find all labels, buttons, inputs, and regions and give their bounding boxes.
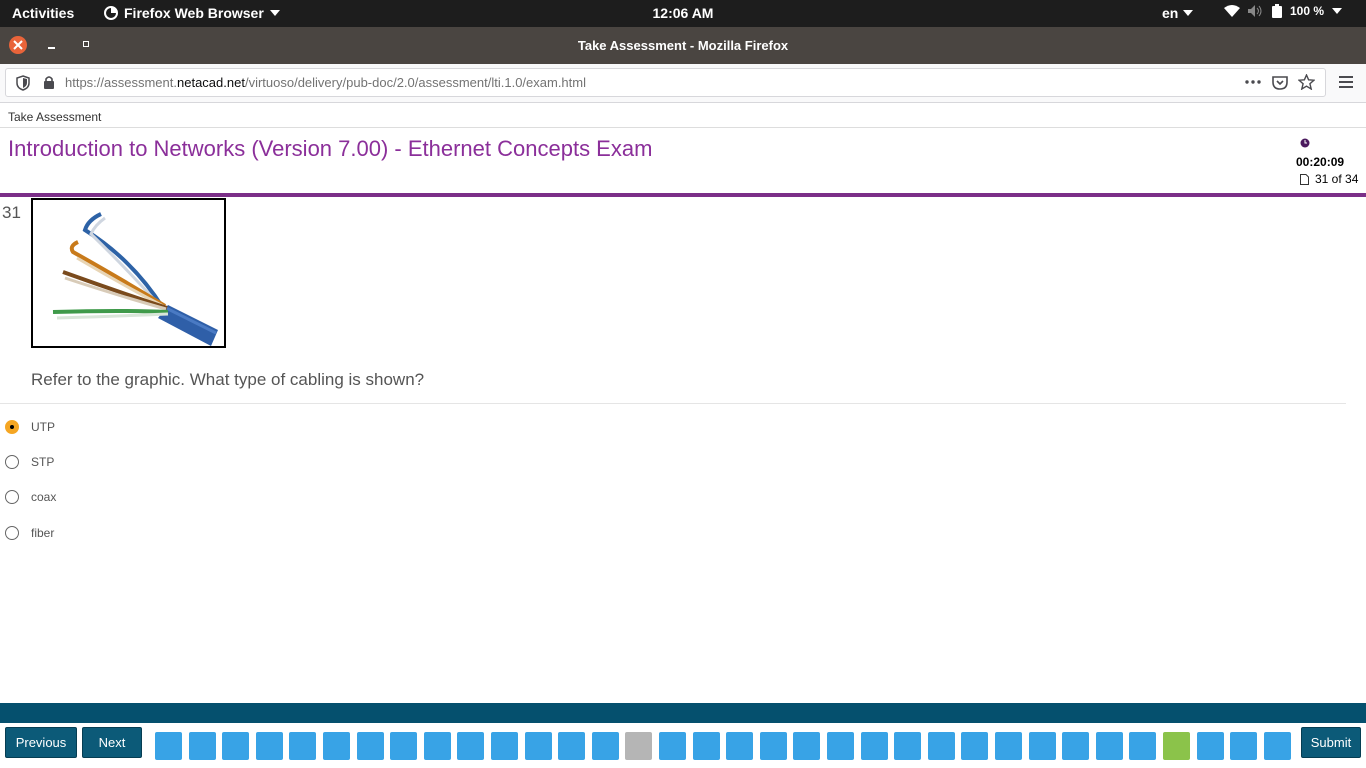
answer-option[interactable]: fiber bbox=[5, 526, 54, 540]
footer-navigation: Previous Next Submit bbox=[0, 723, 1366, 768]
question-nav-button[interactable] bbox=[1163, 732, 1190, 760]
radio-button[interactable] bbox=[5, 490, 19, 504]
menu-icon[interactable] bbox=[1339, 75, 1354, 89]
question-nav-button[interactable] bbox=[255, 732, 283, 760]
question-nav-button[interactable] bbox=[558, 732, 586, 760]
question-number: 31 bbox=[2, 203, 21, 222]
question-nav-button[interactable] bbox=[1230, 732, 1258, 760]
question-nav-button[interactable] bbox=[524, 732, 552, 760]
question-nav-button[interactable] bbox=[323, 732, 350, 760]
question-nav-button[interactable] bbox=[1196, 732, 1224, 760]
answer-option[interactable]: coax bbox=[5, 490, 56, 504]
radio-button[interactable] bbox=[5, 420, 19, 434]
timer-box: 00:20:09 bbox=[1296, 137, 1344, 169]
url-bar[interactable]: https://assessment.netacad.net/virtuoso/… bbox=[5, 68, 1326, 97]
pocket-icon[interactable] bbox=[1272, 75, 1288, 90]
utp-cable-illustration bbox=[52, 212, 218, 346]
question-nav-button[interactable] bbox=[1095, 732, 1123, 760]
submit-button[interactable]: Submit bbox=[1301, 727, 1361, 758]
language-selector[interactable]: en bbox=[1162, 5, 1194, 21]
question-nav-button[interactable] bbox=[356, 732, 384, 760]
question-nav-button[interactable] bbox=[659, 732, 686, 760]
question-nav-button[interactable] bbox=[1062, 732, 1090, 760]
question-nav-button[interactable] bbox=[390, 732, 418, 760]
window-title-bar: Take Assessment - Mozilla Firefox bbox=[0, 27, 1366, 64]
question-nav-button[interactable] bbox=[894, 732, 922, 760]
bookmark-star-icon[interactable] bbox=[1298, 74, 1315, 90]
question-nav-button[interactable] bbox=[423, 732, 451, 760]
window-title: Take Assessment - Mozilla Firefox bbox=[577, 38, 789, 53]
language-label: en bbox=[1162, 5, 1179, 21]
footer-divider-bar bbox=[0, 703, 1366, 723]
chevron-down-icon bbox=[1332, 8, 1343, 14]
system-menu[interactable]: 100 % bbox=[1224, 4, 1343, 18]
document-icon bbox=[1300, 173, 1309, 185]
battery-icon bbox=[1272, 4, 1282, 18]
breadcrumb: Take Assessment bbox=[8, 110, 102, 124]
cable-image bbox=[31, 198, 226, 348]
url-domain: netacad.net bbox=[177, 75, 245, 90]
answer-option[interactable]: STP bbox=[5, 455, 54, 469]
lock-icon[interactable] bbox=[43, 75, 55, 90]
previous-button[interactable]: Previous bbox=[5, 727, 77, 758]
divider bbox=[0, 403, 1346, 404]
answer-label: fiber bbox=[31, 526, 55, 540]
question-nav-button[interactable] bbox=[995, 732, 1022, 760]
page-title: Introduction to Networks (Version 7.00) … bbox=[8, 136, 653, 161]
question-text: Refer to the graphic. What type of cabli… bbox=[31, 370, 425, 389]
wifi-icon bbox=[1224, 5, 1240, 17]
question-nav-button[interactable] bbox=[827, 732, 854, 760]
url-prefix: https://assessment. bbox=[65, 75, 177, 90]
answer-option[interactable]: UTP bbox=[5, 420, 55, 434]
question-nav-button[interactable] bbox=[759, 732, 787, 760]
timer: 00:20:09 bbox=[1296, 155, 1345, 169]
question-nav-button[interactable] bbox=[692, 732, 720, 760]
answer-label: UTP bbox=[31, 420, 55, 434]
next-button[interactable]: Next bbox=[82, 727, 142, 758]
browser-toolbar: https://assessment.netacad.net/virtuoso/… bbox=[0, 64, 1366, 103]
url-path: /virtuoso/delivery/pub-doc/2.0/assessmen… bbox=[244, 75, 586, 90]
question-nav-button[interactable] bbox=[591, 732, 619, 760]
question-nav-button[interactable] bbox=[1028, 732, 1056, 760]
battery-label: 100 % bbox=[1290, 4, 1325, 18]
shield-icon[interactable] bbox=[16, 75, 30, 91]
radio-button[interactable] bbox=[5, 526, 19, 540]
question-count-text: 31 of 34 bbox=[1315, 172, 1359, 186]
question-nav-button[interactable] bbox=[457, 732, 485, 760]
question-nav-button[interactable] bbox=[860, 732, 888, 760]
question-nav-button[interactable] bbox=[491, 732, 518, 760]
clock-icon bbox=[1300, 138, 1310, 148]
chevron-down-icon bbox=[1183, 10, 1194, 16]
answer-label: STP bbox=[31, 455, 55, 469]
radio-button[interactable] bbox=[5, 455, 19, 469]
system-top-bar: Activities Firefox Web Browser 12:06 AM … bbox=[0, 0, 1366, 27]
question-nav-button[interactable] bbox=[155, 732, 182, 760]
question-counter: 31 of 34 bbox=[1300, 172, 1358, 186]
header-divider bbox=[0, 193, 1366, 197]
question-nav-button[interactable] bbox=[188, 732, 216, 760]
question-nav-button[interactable] bbox=[927, 732, 955, 760]
question-nav-button[interactable] bbox=[1129, 732, 1157, 760]
question-nav-button[interactable] bbox=[726, 732, 754, 760]
question-nav-button[interactable] bbox=[289, 732, 317, 760]
divider bbox=[0, 127, 1366, 128]
question-nav-button[interactable] bbox=[961, 732, 989, 760]
url-text[interactable]: https://assessment.netacad.net/virtuoso/… bbox=[65, 75, 586, 90]
question-nav-button[interactable] bbox=[625, 732, 653, 760]
question-nav-button[interactable] bbox=[793, 732, 821, 760]
more-actions-icon[interactable] bbox=[1244, 79, 1262, 85]
question-nav-button[interactable] bbox=[1263, 732, 1291, 760]
volume-icon bbox=[1248, 5, 1262, 17]
question-nav-button[interactable] bbox=[222, 732, 250, 760]
answer-label: coax bbox=[31, 490, 57, 504]
